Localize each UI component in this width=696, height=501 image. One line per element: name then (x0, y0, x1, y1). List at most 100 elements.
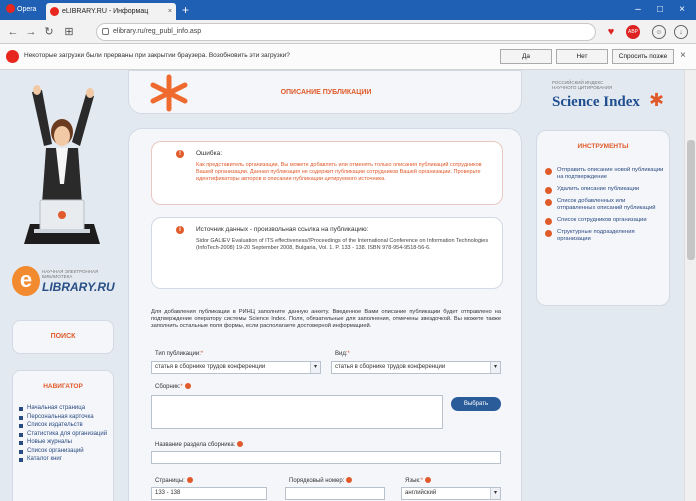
scrollbar[interactable] (684, 70, 696, 501)
heart-icon[interactable]: ♥ (604, 25, 618, 39)
asterisk-icon: ✱ (649, 90, 665, 110)
download-icon[interactable]: ↓ (674, 25, 688, 39)
tool-item[interactable]: Список сотрудников организации (545, 217, 665, 225)
info-icon: i (176, 226, 184, 234)
type-select[interactable]: статья в сборнике трудов конференции ▾ (151, 361, 321, 374)
help-icon[interactable] (184, 383, 191, 389)
source-title: Источник данных - произвольная ссылка на… (196, 226, 369, 233)
science-index-text: Science Index (552, 94, 640, 110)
search-link[interactable]: ПОИСК (13, 321, 113, 353)
nav-item[interactable]: Начальная страница (19, 405, 111, 413)
tools-panel: ИНСТРУМЕНТЫ Отправить описание новой пуб… (536, 130, 670, 306)
tool-item[interactable]: Удалить описание публикации (545, 186, 665, 194)
navigator-list: Начальная страница Персональная карточка С… (19, 405, 111, 465)
tool-item-label: Список сотрудников организации (557, 217, 647, 223)
elibrary-e-icon: e (12, 266, 40, 296)
lang-select[interactable]: английский ▾ (401, 487, 501, 500)
minimize-icon[interactable]: – (630, 2, 646, 18)
kind-select-value: статья в сборнике трудов конференции (335, 364, 446, 370)
forward-icon[interactable]: → (24, 25, 38, 39)
favicon-icon (50, 7, 59, 16)
url-field[interactable]: elibrary.ru/reg_publ_info.asp (96, 23, 596, 41)
close-window-icon[interactable]: × (674, 2, 690, 18)
menu-label: Opera (17, 6, 37, 13)
tool-item-label: Список добавленных или отправленных опис… (557, 198, 656, 211)
bullet-square-icon (19, 441, 23, 445)
close-tab-icon[interactable]: × (168, 3, 172, 20)
bullet-square-icon (19, 432, 23, 437)
nav-item[interactable]: Новые журналы (19, 439, 111, 447)
tool-item[interactable]: Список добавленных или отправленных опис… (545, 198, 665, 212)
order-input[interactable] (285, 487, 385, 500)
close-notification-icon[interactable]: × (680, 50, 686, 61)
form-intro-text: Для добавления публикации в РИНЦ заполни… (151, 309, 501, 329)
lang-label: Язык:* (405, 477, 432, 484)
nav-item-label: Начальная страница (27, 405, 86, 411)
tool-item[interactable]: Отправить описание новой публикации на п… (545, 167, 665, 181)
speed-dial-icon[interactable]: ⊞ (62, 25, 76, 39)
nav-item[interactable]: Список издательств (19, 422, 111, 430)
elibrary-logo-subtitle: НАУЧНАЯ ЭЛЕКТРОННАЯ БИБЛИОТЕКА (42, 269, 99, 279)
ask-later-button[interactable]: Спросить позже (612, 49, 674, 64)
kind-select[interactable]: статья в сборнике трудов конференции ▾ (331, 361, 501, 374)
science-index-logo[interactable]: РОССИЙСКИЙ ИНДЕКС НАУЧНОГО ЦИТИРОВАНИЯ S… (548, 80, 668, 116)
account-icon[interactable]: ☺ (652, 25, 666, 39)
kind-label: Вид:* (335, 351, 350, 357)
help-icon[interactable] (186, 477, 193, 483)
yes-button[interactable]: Да (500, 49, 552, 64)
error-text: Как представитель организации, Вы можете… (196, 162, 482, 182)
bullet-square-icon (19, 407, 23, 411)
url-text: elibrary.ru/reg_publ_info.asp (113, 28, 202, 35)
browser-tab[interactable]: eLIBRARY.RU - Информац × (46, 3, 176, 20)
type-label: Тип публикации:* (155, 351, 204, 357)
nav-item-label: Персональная карточка (27, 413, 94, 420)
bullet-dot-icon (545, 199, 552, 206)
notification-text: Некоторые загрузки были прерваны при зак… (24, 52, 290, 59)
pages-input[interactable]: 133 - 138 (151, 487, 267, 500)
section-input[interactable] (151, 451, 501, 464)
help-icon[interactable] (425, 477, 432, 483)
nav-item-label: Список организаций (27, 447, 84, 454)
adblock-icon[interactable]: ABP (626, 25, 640, 39)
address-bar: ← → ↻ ⊞ elibrary.ru/reg_publ_info.asp ♥ … (0, 20, 696, 44)
error-title: Ошибка: (196, 150, 223, 157)
source-text: Sidor GALIEV Evaluation of ITS effective… (196, 238, 489, 251)
bullet-square-icon (19, 449, 23, 454)
error-message: ! Ошибка: Как представитель организации,… (151, 141, 503, 205)
elibrary-logo-text: LIBRARY.RU (42, 280, 115, 294)
nav-item[interactable]: Список организаций (19, 448, 111, 456)
elibrary-logo[interactable]: e НАУЧНАЯ ЭЛЕКТРОННАЯ БИБЛИОТЕКА LIBRARY… (12, 266, 122, 300)
page-title: ОПИСАНИЕ ПУБЛИКАЦИИ (280, 89, 372, 96)
nav-item-label: Новые журналы (27, 439, 72, 445)
tool-item[interactable]: Структурные подразделения организации (545, 229, 665, 243)
choose-button[interactable]: Выбрать (451, 397, 501, 411)
tools-list: Отправить описание новой публикации на п… (545, 167, 665, 248)
browser-tab-bar: Opera eLIBRARY.RU - Информац × + – □ × (0, 0, 696, 20)
maximize-icon[interactable]: □ (652, 2, 668, 18)
nav-item[interactable]: Персональная карточка (19, 414, 111, 422)
collection-label: Сборник:* (155, 383, 191, 390)
new-tab-icon[interactable]: + (182, 2, 189, 18)
search-panel[interactable]: ПОИСК (12, 320, 114, 354)
warning-icon: ! (176, 150, 184, 158)
nav-item[interactable]: Статистика для организаций (19, 431, 111, 439)
bullet-dot-icon (545, 230, 552, 237)
science-index-subtitle: РОССИЙСКИЙ ИНДЕКС НАУЧНОГО ЦИТИРОВАНИЯ (552, 80, 613, 90)
nav-item-label: Статистика для организаций (27, 430, 108, 437)
back-icon[interactable]: ← (6, 25, 20, 39)
collection-field[interactable] (151, 395, 443, 429)
nav-item[interactable]: Каталог книг (19, 456, 111, 464)
chevron-down-icon: ▾ (490, 362, 500, 373)
pages-value: 133 - 138 (155, 490, 181, 496)
page-content: e НАУЧНАЯ ЭЛЕКТРОННАЯ БИБЛИОТЕКА LIBRARY… (0, 70, 684, 501)
reload-icon[interactable]: ↻ (42, 25, 56, 39)
no-button[interactable]: Нет (556, 49, 608, 64)
scrollbar-thumb[interactable] (687, 140, 695, 260)
bullet-square-icon (19, 458, 23, 462)
nav-item-label: Каталог книг (27, 456, 62, 462)
opera-menu-button[interactable]: Opera (2, 2, 40, 18)
type-select-value: статья в сборнике трудов конференции (155, 364, 266, 370)
help-icon[interactable] (237, 441, 244, 447)
bullet-dot-icon (545, 168, 552, 175)
help-icon[interactable] (346, 477, 353, 483)
